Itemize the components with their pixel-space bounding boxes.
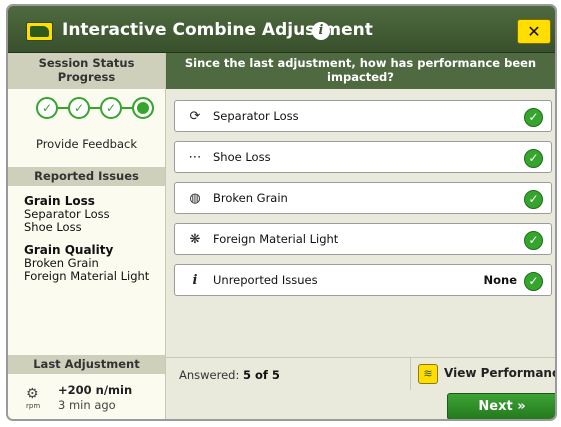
reported-issues-list: Grain Loss Separator Loss Shoe Loss Grai… (8, 186, 165, 366)
rotor-speed-unit: rpm (26, 402, 41, 410)
foreign-material-icon: ❋ (189, 232, 201, 247)
session-status-title: Session Status (38, 56, 135, 70)
check-icon: ✓ (524, 272, 543, 291)
option-shoe-loss[interactable]: ⋯ Shoe Loss ✓ (174, 141, 552, 173)
check-icon: ✓ (524, 231, 543, 250)
close-button[interactable]: ✕ (517, 19, 551, 44)
next-button[interactable]: Next » (447, 393, 555, 419)
option-separator-loss[interactable]: ⟳ Separator Loss ✓ (174, 100, 552, 132)
progress-steps: ✓ ✓ ✓ (8, 89, 165, 125)
option-unreported-issues[interactable]: i Unreported Issues None ✓ (174, 264, 552, 296)
option-label: Separator Loss (213, 109, 299, 123)
issue-group-title: Grain Loss (24, 194, 95, 208)
option-label: Foreign Material Light (213, 232, 339, 246)
rotor-speed-icon: ⚙ rpm (26, 386, 41, 410)
last-adjustment-header: Last Adjustment (8, 355, 165, 374)
session-sidebar: Session Status Progress ✓ ✓ ✓ Provide Fe… (8, 53, 166, 419)
combine-adjustment-dialog: Interactive Combine Adjustment i ✕ Sessi… (6, 4, 557, 421)
deere-logo-icon (26, 22, 53, 41)
step-4-current-icon (132, 97, 154, 119)
info-icon[interactable]: i (312, 22, 330, 40)
broken-grain-icon: ◍ (189, 191, 201, 206)
issue-item: Separator Loss (24, 207, 110, 221)
option-label: Unreported Issues (213, 273, 318, 287)
option-broken-grain[interactable]: ◍ Broken Grain ✓ (174, 182, 552, 214)
session-status-header: Session Status Progress (8, 53, 165, 89)
answered-count: Answered: 5 of 5 (179, 368, 280, 382)
view-performance-label: View Performance (444, 366, 557, 380)
reported-issues-header: Reported Issues (8, 167, 165, 186)
issue-item: Foreign Material Light (24, 268, 150, 283)
issue-item: Shoe Loss (24, 219, 82, 234)
progress-title: Progress (57, 70, 116, 84)
performance-chart-icon: ≋ (418, 364, 438, 384)
dialog-titlebar: Interactive Combine Adjustment i ✕ (8, 6, 555, 53)
option-label: Broken Grain (213, 191, 288, 205)
unreported-issues-icon: i (192, 273, 198, 288)
last-adjustment-value: +200 n/min (58, 383, 133, 397)
check-icon: ✓ (524, 108, 543, 127)
option-value: None (483, 273, 517, 287)
issue-group-title: Grain Quality (24, 243, 114, 257)
last-adjustment-panel: Last Adjustment ⚙ rpm +200 n/min 3 min ag… (8, 355, 165, 419)
check-icon: ✓ (524, 190, 543, 209)
last-adjustment-time: 3 min ago (58, 398, 116, 412)
step-1-complete-icon: ✓ (36, 97, 58, 119)
separator-loss-icon: ⟳ (189, 109, 201, 124)
option-foreign-material[interactable]: ❋ Foreign Material Light ✓ (174, 223, 552, 255)
step-3-complete-icon: ✓ (100, 97, 122, 119)
question-header: Since the last adjustment, how has perfo… (166, 53, 555, 89)
shoe-loss-icon: ⋯ (188, 150, 202, 165)
provide-feedback-label: Provide Feedback (35, 137, 138, 151)
option-label: Shoe Loss (213, 150, 271, 164)
check-icon: ✓ (524, 149, 543, 168)
feedback-options: ⟳ Separator Loss ✓ ⋯ Shoe Loss ✓ ◍ Broke… (174, 100, 552, 305)
issue-item: Broken Grain (24, 256, 99, 270)
step-2-complete-icon: ✓ (68, 97, 90, 119)
answer-summary-bar: Answered: 5 of 5 ≋ View Performance (166, 357, 557, 390)
